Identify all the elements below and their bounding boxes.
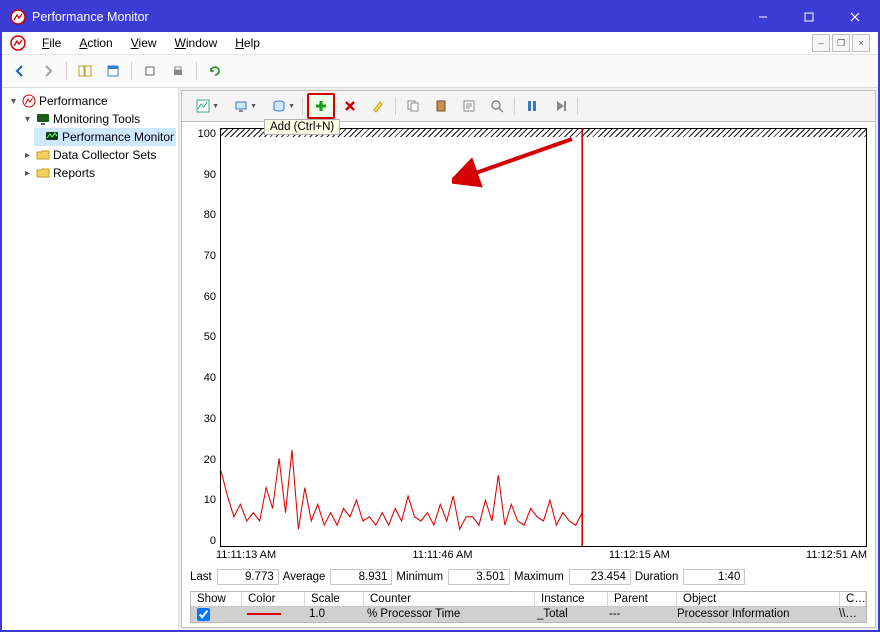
add-counter-tooltip: Add (Ctrl+N)	[264, 119, 340, 135]
mdi-close-button[interactable]: ×	[852, 34, 870, 52]
legend-show-checkbox[interactable]	[197, 608, 210, 621]
stat-min-label: Minimum	[396, 571, 444, 583]
tree-monitoring-tools[interactable]: ▾ Monitoring Tools	[20, 110, 176, 128]
col-parent[interactable]: Parent	[608, 592, 677, 606]
legend-instance: _Total	[531, 607, 603, 622]
mdi-minimize-button[interactable]: –	[812, 34, 830, 52]
chevron-down-icon: ▼	[250, 103, 257, 110]
app-icon	[10, 9, 26, 25]
highlight-button[interactable]	[365, 94, 391, 118]
stat-avg-value: 8.931	[330, 569, 392, 585]
legend-parent: ---	[603, 607, 671, 622]
view-log-data-button[interactable]: ▼	[262, 94, 298, 118]
tree-label: Reports	[53, 166, 95, 180]
chart-svg	[221, 129, 866, 546]
close-button[interactable]	[832, 2, 878, 32]
stat-dur-value: 1:40	[683, 569, 745, 585]
delete-counter-button[interactable]	[337, 94, 363, 118]
stat-last-value: 9.773	[217, 569, 279, 585]
add-counter-button[interactable]	[307, 93, 335, 119]
stat-max-label: Maximum	[514, 571, 565, 583]
legend-object: Processor Information	[671, 607, 833, 622]
window-title: Performance Monitor	[32, 10, 740, 24]
chevron-down-icon: ▼	[288, 103, 295, 110]
chart-plot[interactable]	[220, 128, 867, 547]
stat-min-value: 3.501	[448, 569, 510, 585]
expand-icon[interactable]: ▸	[22, 168, 33, 179]
monitor-icon	[36, 112, 50, 126]
col-instance[interactable]: Instance	[535, 592, 608, 606]
legend-computer: \\OSIRIS	[833, 607, 866, 622]
update-data-button[interactable]	[547, 94, 573, 118]
properties-button[interactable]	[456, 94, 482, 118]
freeze-display-button[interactable]	[519, 94, 545, 118]
y-axis: 1009080706050403020100	[190, 128, 220, 547]
print-button[interactable]	[166, 59, 190, 83]
menu-help[interactable]: Help	[233, 34, 262, 52]
mdi-restore-button[interactable]: ❐	[832, 34, 850, 52]
col-object[interactable]: Object	[677, 592, 840, 606]
col-color[interactable]: Color	[242, 592, 305, 606]
menu-window[interactable]: Window	[173, 34, 220, 52]
stat-dur-label: Duration	[635, 571, 679, 583]
title-bar[interactable]: Performance Monitor	[2, 2, 878, 32]
body: ▾ Performance ▾ Monitoring Tools	[2, 88, 878, 630]
perf-root-icon	[22, 94, 36, 108]
legend-scale: 1.0	[303, 607, 361, 622]
refresh-button[interactable]	[203, 59, 227, 83]
tree-performance-monitor[interactable]: Performance Monitor	[34, 128, 176, 146]
x-axis: 11:11:13 AM11:11:46 AM11:12:15 AM11:12:5…	[190, 547, 867, 561]
collapse-icon[interactable]: ▾	[8, 96, 19, 107]
tree-label: Data Collector Sets	[53, 148, 156, 162]
col-computer[interactable]: Computer	[840, 592, 866, 606]
perfmon-icon	[45, 130, 59, 144]
tree-label: Monitoring Tools	[53, 112, 140, 126]
menu-file[interactable]: File	[40, 34, 63, 52]
col-scale[interactable]: Scale	[305, 592, 364, 606]
folder-icon	[36, 148, 50, 162]
tree-label: Performance	[39, 94, 108, 108]
stat-last-label: Last	[190, 571, 213, 583]
connect-computer-button[interactable]: ▼	[224, 94, 260, 118]
minimize-button[interactable]	[740, 2, 786, 32]
forward-button[interactable]	[36, 59, 60, 83]
show-hide-tree-button[interactable]	[73, 59, 97, 83]
tree-label: Performance Monitor	[62, 130, 174, 144]
stat-max-value: 23.454	[569, 569, 631, 585]
folder-icon	[36, 166, 50, 180]
tree-data-collector-sets[interactable]: ▸ Data Collector Sets	[20, 146, 176, 164]
tree-root-performance[interactable]: ▾ Performance	[6, 92, 176, 110]
maximize-button[interactable]	[786, 2, 832, 32]
zoom-button[interactable]	[484, 94, 510, 118]
content-pane: ▼ ▼ ▼ Add (Ctrl+N)	[179, 88, 878, 630]
menu-action[interactable]: Action	[77, 34, 114, 52]
legend-color-swatch	[247, 613, 281, 615]
view-type-button[interactable]: ▼	[186, 94, 222, 118]
legend-row[interactable]: 1.0 % Processor Time _Total --- Processo…	[191, 607, 866, 622]
stats-bar: Last 9.773 Average 8.931 Minimum 3.501 M…	[190, 561, 867, 587]
legend-counter: % Processor Time	[361, 607, 531, 622]
menu-view[interactable]: View	[129, 34, 159, 52]
tree-reports[interactable]: ▸ Reports	[20, 164, 176, 182]
stat-avg-label: Average	[283, 571, 327, 583]
counter-legend[interactable]: Show Color Scale Counter Instance Parent…	[190, 591, 867, 623]
col-counter[interactable]: Counter	[364, 592, 535, 606]
app-window: Performance Monitor File Action View Win…	[0, 0, 880, 632]
col-show[interactable]: Show	[191, 592, 242, 606]
properties-button[interactable]	[101, 59, 125, 83]
expand-icon[interactable]: ▸	[22, 150, 33, 161]
collapse-icon[interactable]: ▾	[22, 114, 33, 125]
mmc-toolbar	[2, 55, 878, 88]
back-button[interactable]	[8, 59, 32, 83]
menu-bar: File Action View Window Help – ❐ ×	[2, 32, 878, 55]
legend-header: Show Color Scale Counter Instance Parent…	[191, 592, 866, 607]
paste-button[interactable]	[428, 94, 454, 118]
chevron-down-icon: ▼	[212, 103, 219, 110]
copy-button[interactable]	[400, 94, 426, 118]
chart-toolbar: ▼ ▼ ▼ Add (Ctrl+N)	[181, 90, 876, 121]
export-button[interactable]	[138, 59, 162, 83]
app-icon	[10, 35, 26, 51]
navigation-tree[interactable]: ▾ Performance ▾ Monitoring Tools	[2, 88, 179, 630]
chart-panel: 1009080706050403020100 11:11:13 AM11:11:…	[181, 121, 876, 628]
